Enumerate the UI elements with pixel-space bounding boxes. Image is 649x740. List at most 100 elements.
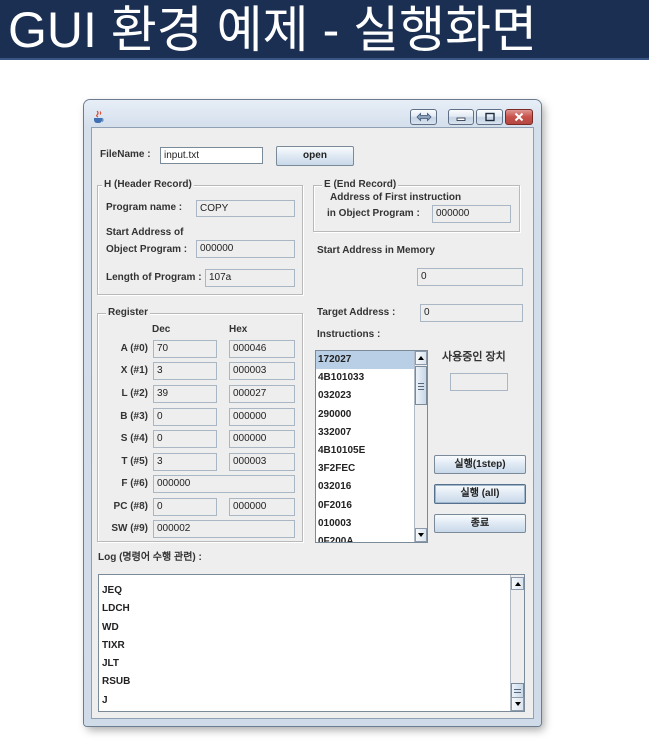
register-label: S (#4) <box>120 433 148 444</box>
scroll-thumb-grip <box>514 688 521 694</box>
memory-start-field: 0 <box>417 268 523 286</box>
instructions-label: Instructions : <box>317 329 381 340</box>
scroll-down-button[interactable] <box>415 528 427 542</box>
register-f-field: 000000 <box>153 475 295 493</box>
scroll-thumb-grip <box>418 382 424 390</box>
register-label: PC (#8) <box>113 501 148 512</box>
target-address-label: Target Address : <box>317 307 396 318</box>
instruction-item[interactable]: 032016 <box>316 478 414 496</box>
register-hex-field: 000003 <box>229 362 295 380</box>
register-dec-field: 39 <box>153 385 217 403</box>
device-label: 사용중인 장치 <box>442 351 506 363</box>
instruction-list-rows: 172027 4B101033 032023 290000 332007 4B1… <box>316 351 414 542</box>
start-address-field: 000000 <box>196 240 295 258</box>
register-dec-field: 70 <box>153 340 217 358</box>
filename-input[interactable]: input.txt <box>160 147 263 164</box>
log-line: TIXR <box>102 639 125 651</box>
instruction-item[interactable]: 3F2FEC <box>316 460 414 478</box>
title-extra-button[interactable] <box>410 109 437 125</box>
scroll-thumb[interactable] <box>511 683 524 698</box>
first-instruction-label-line1: Address of First instruction <box>330 192 462 203</box>
slide-title-banner: GUI 환경 예제 - 실행화면 <box>0 0 649 60</box>
hex-column-header: Hex <box>229 324 248 335</box>
log-textarea[interactable]: JEQ LDCH WD TIXR JLT RSUB J <box>98 574 525 712</box>
scroll-thumb[interactable] <box>415 366 427 405</box>
register-label: X (#1) <box>120 365 148 376</box>
register-hex-field: 000003 <box>229 453 295 471</box>
instruction-item[interactable]: 4B101033 <box>316 369 414 387</box>
swap-arrows-icon <box>415 112 432 122</box>
program-length-label: Length of Program : <box>106 272 202 283</box>
instruction-item[interactable]: 332007 <box>316 424 414 442</box>
register-hex-field: 000000 <box>229 408 295 426</box>
log-lines: JEQ LDCH WD TIXR JLT RSUB J <box>99 582 510 710</box>
program-name-label: Program name : <box>106 202 183 213</box>
register-hex-field: 000000 <box>229 498 295 516</box>
open-button[interactable]: open <box>276 146 354 166</box>
register-dec-field: 0 <box>153 408 217 426</box>
header-record-title: H (Header Record) <box>102 179 194 191</box>
log-scrollbar[interactable] <box>510 575 524 711</box>
instruction-item[interactable]: 0F200A <box>316 533 414 542</box>
register-dec-field: 3 <box>153 362 217 380</box>
register-hex-field: 000000 <box>229 430 295 448</box>
instruction-item[interactable]: 0F2016 <box>316 497 414 515</box>
java-app-icon[interactable] <box>92 110 106 124</box>
instruction-list-scrollbar[interactable] <box>414 351 427 542</box>
register-label: T (#5) <box>121 456 148 467</box>
maximize-button[interactable] <box>476 109 503 125</box>
scroll-down-arrow-icon <box>514 702 521 706</box>
register-hex-field: 000027 <box>229 385 295 403</box>
scroll-up-button[interactable] <box>415 351 427 365</box>
register-dec-field: 0 <box>153 430 217 448</box>
target-address-field: 0 <box>420 304 523 322</box>
start-address-label-line1: Start Address of <box>106 227 184 238</box>
app-window: FileName : input.txt open H (Header Reco… <box>84 100 541 726</box>
register-dec-field: 0 <box>153 498 217 516</box>
register-label: B (#3) <box>120 411 148 422</box>
close-button[interactable] <box>505 109 533 125</box>
device-field <box>450 373 508 391</box>
register-hex-field: 000046 <box>229 340 295 358</box>
instruction-item[interactable]: 172027 <box>316 351 414 370</box>
instruction-item[interactable]: 032023 <box>316 387 414 405</box>
run-all-button[interactable]: 실행 (all) <box>434 484 526 504</box>
minimize-icon <box>456 117 466 121</box>
end-record-title: E (End Record) <box>322 179 399 191</box>
instruction-item[interactable]: 010003 <box>316 515 414 533</box>
log-label: Log (명령어 수행 관련) : <box>98 552 202 563</box>
slide-title: GUI 환경 예제 - 실행화면 <box>8 2 538 58</box>
program-length-field: 107a <box>205 269 295 287</box>
start-address-label-line2: Object Program : <box>106 244 188 255</box>
scroll-down-arrow-icon <box>418 533 424 537</box>
register-dec-field: 3 <box>153 453 217 471</box>
first-instruction-field: 000000 <box>432 205 511 223</box>
scroll-down-button[interactable] <box>511 697 524 711</box>
scroll-up-button[interactable] <box>511 577 524 590</box>
log-line: JEQ <box>102 585 123 596</box>
instruction-item[interactable]: 290000 <box>316 406 414 424</box>
log-line: JLT <box>102 658 120 670</box>
log-line: J <box>102 694 108 706</box>
dec-column-header: Dec <box>152 324 171 335</box>
register-label: F (#6) <box>121 478 148 489</box>
minimize-button[interactable] <box>448 109 474 125</box>
close-icon <box>514 112 524 122</box>
log-line: RSUB <box>102 676 131 688</box>
log-line: LDCH <box>102 603 130 615</box>
instruction-item[interactable]: 4B10105E <box>316 442 414 460</box>
log-line: WD <box>102 621 119 633</box>
register-label: A (#0) <box>120 343 148 354</box>
program-name-field: COPY <box>196 200 295 217</box>
filename-label: FileName : <box>100 149 151 160</box>
first-instruction-label-line2: in Object Program : <box>327 208 420 219</box>
register-label: L (#2) <box>121 388 149 399</box>
register-sw-field: 000002 <box>153 520 295 538</box>
scroll-up-arrow-icon <box>514 581 521 586</box>
exit-button[interactable]: 종료 <box>434 514 526 533</box>
register-label: SW (#9) <box>111 523 148 534</box>
instruction-list[interactable]: 172027 4B101033 032023 290000 332007 4B1… <box>315 350 428 543</box>
run-step-button[interactable]: 실행(1step) <box>434 455 526 474</box>
memory-start-label: Start Address in Memory <box>317 245 435 256</box>
register-title: Register <box>106 307 151 319</box>
